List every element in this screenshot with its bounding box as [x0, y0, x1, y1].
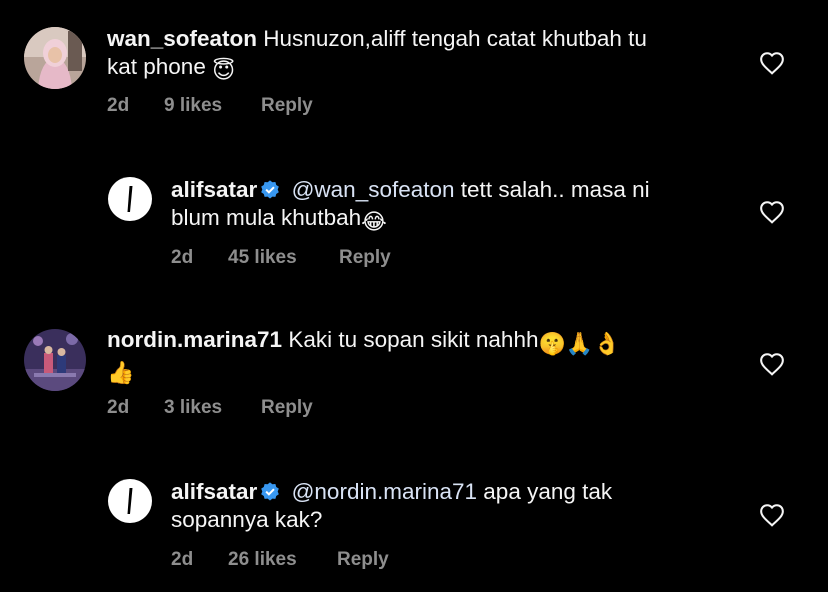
- reply-button[interactable]: Reply: [261, 397, 313, 419]
- avatar-image: [24, 329, 86, 391]
- likes-count[interactable]: 3 likes: [164, 397, 261, 419]
- heart-icon[interactable]: [759, 503, 785, 527]
- mention-link[interactable]: @wan_sofeaton: [292, 177, 455, 202]
- avatar-image: [24, 27, 86, 89]
- comment-text: wan_sofeaton Husnuzon,aliff tengah catat…: [107, 25, 647, 82]
- comment-text: alifsatar @nordin.marina71 apa yang tak …: [171, 478, 612, 534]
- comment-body-line1: Husnuzon,aliff tengah catat khutbah tu: [263, 26, 647, 51]
- likes-count[interactable]: 26 likes: [228, 549, 337, 571]
- comment-body-line1: apa yang tak: [483, 479, 613, 504]
- emoji: 👍: [107, 360, 135, 385]
- avatar-alifsatar[interactable]: [108, 479, 152, 523]
- username[interactable]: nordin.marina71: [107, 327, 282, 352]
- comment-text: alifsatar @wan_sofeaton tett salah.. mas…: [171, 176, 650, 233]
- likes-count[interactable]: 9 likes: [164, 95, 261, 117]
- comment-body-line1: tett salah.. masa ni: [460, 177, 650, 202]
- heart-icon[interactable]: [759, 200, 785, 224]
- comment-meta: 2d 26 likes Reply: [171, 549, 389, 571]
- comment-body-line2: sopannya kak?: [171, 507, 323, 532]
- comment-age: 2d: [171, 549, 194, 570]
- verified-badge-icon: [259, 179, 281, 201]
- username[interactable]: alifsatar: [171, 177, 257, 202]
- reply-button[interactable]: Reply: [339, 247, 391, 269]
- avatar-wan-sofeaton[interactable]: [24, 27, 86, 89]
- comment-body-line2: kat phone: [107, 54, 206, 79]
- alifsatar-logo-icon: [127, 186, 133, 212]
- avatar-nordin-marina71[interactable]: [24, 329, 86, 391]
- username[interactable]: alifsatar: [171, 479, 257, 504]
- comment-meta: 2d 3 likes Reply: [107, 397, 313, 419]
- comment-age: 2d: [107, 397, 130, 418]
- comment-text: nordin.marina71 Kaki tu sopan sikit nahh…: [107, 326, 621, 384]
- comment-meta: 2d 9 likes Reply: [107, 95, 313, 117]
- avatar-alifsatar[interactable]: [108, 177, 152, 221]
- heart-icon[interactable]: [759, 352, 785, 376]
- comment-age: 2d: [107, 95, 130, 116]
- reply-button[interactable]: Reply: [337, 549, 389, 571]
- verified-badge-icon: [259, 481, 281, 503]
- likes-count[interactable]: 45 likes: [228, 247, 339, 269]
- reply-button[interactable]: Reply: [261, 95, 313, 117]
- comment-meta: 2d 45 likes Reply: [171, 247, 391, 269]
- comment-age: 2d: [171, 247, 194, 268]
- username[interactable]: wan_sofeaton: [107, 26, 257, 51]
- alifsatar-logo-icon: [127, 488, 133, 514]
- comment-body-line1: Kaki tu sopan sikit nahhh: [288, 327, 539, 352]
- emoji: 😇: [212, 58, 236, 83]
- comment-body-line2: blum mula khutbah: [171, 205, 362, 230]
- emoji-group: 🤫🙏👌: [538, 331, 621, 356]
- emoji: 😂: [361, 209, 387, 234]
- heart-icon[interactable]: [759, 51, 785, 75]
- mention-link[interactable]: @nordin.marina71: [292, 479, 477, 504]
